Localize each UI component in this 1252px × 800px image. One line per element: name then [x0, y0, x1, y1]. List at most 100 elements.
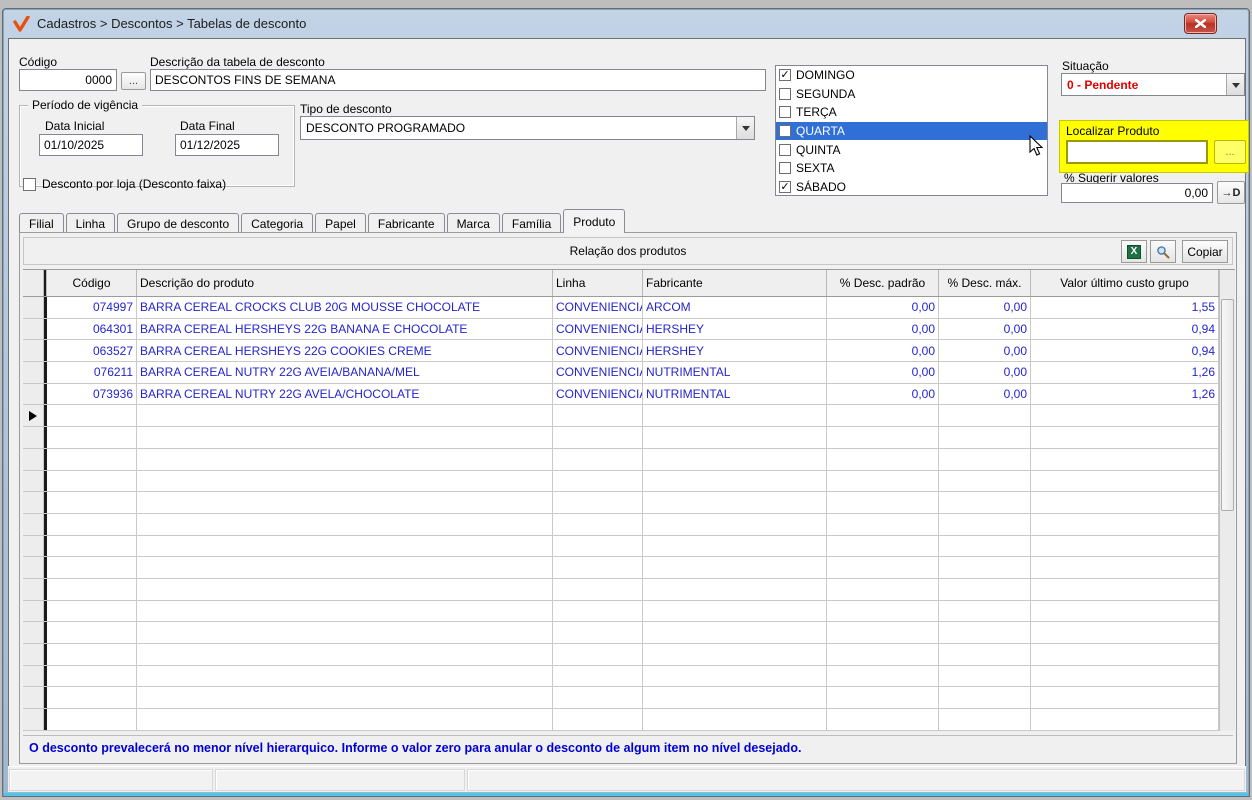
grid-row-20[interactable]: [23, 709, 1219, 731]
cell-fabricante[interactable]: [643, 622, 827, 643]
cell-descricao[interactable]: [137, 622, 553, 643]
cell-desc-padrao[interactable]: [827, 709, 939, 730]
cell-desc-padrao[interactable]: [827, 601, 939, 622]
cell-fabricante[interactable]: [643, 405, 827, 426]
cell-linha[interactable]: [553, 601, 643, 622]
cell-descricao[interactable]: [137, 514, 553, 535]
weekday-option-terça[interactable]: TERÇA: [776, 103, 1047, 122]
cell-codigo[interactable]: 074997: [47, 297, 137, 318]
cell-linha[interactable]: [553, 666, 643, 687]
cell-fabricante[interactable]: [643, 579, 827, 600]
cell-desc-padrao[interactable]: [827, 492, 939, 513]
grid-row-3[interactable]: 063527BARRA CEREAL HERSHEYS 22G COOKIES …: [23, 340, 1219, 362]
tab-filial[interactable]: Filial: [19, 213, 64, 233]
cell-fabricante[interactable]: NUTRIMENTAL: [643, 362, 827, 383]
products-grid[interactable]: Código Descrição do produto Linha Fabric…: [23, 269, 1235, 731]
weekday-option-sexta[interactable]: SEXTA: [776, 159, 1047, 178]
weekday-option-sábado[interactable]: ✓ SÁBADO: [776, 178, 1047, 196]
data-final-input[interactable]: 01/12/2025: [175, 134, 279, 156]
cell-codigo[interactable]: [47, 536, 137, 557]
cell-desc-max[interactable]: [939, 514, 1031, 535]
grid-row-19[interactable]: [23, 687, 1219, 709]
cell-valor[interactable]: 0,94: [1031, 340, 1219, 361]
cell-fabricante[interactable]: [643, 709, 827, 730]
cell-codigo[interactable]: [47, 644, 137, 665]
cell-descricao[interactable]: [137, 405, 553, 426]
cell-desc-max[interactable]: [939, 449, 1031, 470]
cell-descricao[interactable]: [137, 687, 553, 708]
grid-row-14[interactable]: [23, 579, 1219, 601]
cell-desc-padrao[interactable]: [827, 536, 939, 557]
col-header-fabricante[interactable]: Fabricante: [643, 270, 827, 296]
cell-fabricante[interactable]: HERSHEY: [643, 319, 827, 340]
cell-codigo[interactable]: [47, 449, 137, 470]
cell-desc-padrao[interactable]: 0,00: [827, 319, 939, 340]
cell-desc-max[interactable]: [939, 579, 1031, 600]
cell-descricao[interactable]: [137, 557, 553, 578]
grid-row-4[interactable]: 076211BARRA CEREAL NUTRY 22G AVEIA/BANAN…: [23, 362, 1219, 384]
cell-desc-max[interactable]: 0,00: [939, 319, 1031, 340]
cell-fabricante[interactable]: [643, 427, 827, 448]
cell-valor[interactable]: 1,55: [1031, 297, 1219, 318]
cell-codigo[interactable]: [47, 492, 137, 513]
scrollbar-thumb[interactable]: [1221, 299, 1234, 511]
cell-codigo[interactable]: [47, 557, 137, 578]
copy-button[interactable]: Copiar: [1182, 240, 1228, 263]
cell-linha[interactable]: [553, 622, 643, 643]
col-header-codigo[interactable]: Código: [47, 270, 137, 296]
cell-valor[interactable]: [1031, 471, 1219, 492]
cell-desc-max[interactable]: [939, 427, 1031, 448]
cell-desc-padrao[interactable]: [827, 557, 939, 578]
weekday-listbox[interactable]: ✓ DOMINGO SEGUNDA TERÇA QUARTA QUINTA SE…: [775, 65, 1048, 196]
col-header-valor[interactable]: Valor último custo grupo: [1031, 270, 1219, 296]
grid-row-6[interactable]: [23, 405, 1219, 427]
cell-valor[interactable]: [1031, 514, 1219, 535]
cell-desc-max[interactable]: [939, 405, 1031, 426]
cell-codigo[interactable]: [47, 514, 137, 535]
tab-marca[interactable]: Marca: [447, 213, 500, 233]
cell-desc-padrao[interactable]: [827, 449, 939, 470]
grid-row-10[interactable]: [23, 492, 1219, 514]
tipo-desconto-dropdown-icon[interactable]: [736, 117, 754, 139]
cell-valor[interactable]: [1031, 579, 1219, 600]
cell-valor[interactable]: [1031, 536, 1219, 557]
cell-valor[interactable]: [1031, 557, 1219, 578]
cell-descricao[interactable]: BARRA CEREAL CROCKS CLUB 20G MOUSSE CHOC…: [137, 297, 553, 318]
cell-fabricante[interactable]: [643, 536, 827, 557]
weekday-checkbox[interactable]: [779, 144, 791, 156]
cell-codigo[interactable]: [47, 405, 137, 426]
cell-linha[interactable]: CONVENIENCIA: [553, 384, 643, 405]
cell-descricao[interactable]: BARRA CEREAL NUTRY 22G AVEIA/BANANA/MEL: [137, 362, 553, 383]
grid-row-17[interactable]: [23, 644, 1219, 666]
tab-grupo-de-desconto[interactable]: Grupo de desconto: [117, 213, 239, 233]
vertical-scrollbar[interactable]: [1219, 270, 1235, 731]
cell-valor[interactable]: 0,94: [1031, 319, 1219, 340]
cell-linha[interactable]: [553, 427, 643, 448]
cell-codigo[interactable]: 063527: [47, 340, 137, 361]
grid-row-2[interactable]: 064301BARRA CEREAL HERSHEYS 22G BANANA E…: [23, 319, 1219, 341]
cell-descricao[interactable]: BARRA CEREAL NUTRY 22G AVELA/CHOCOLATE: [137, 384, 553, 405]
cell-fabricante[interactable]: [643, 666, 827, 687]
col-header-descricao[interactable]: Descrição do produto: [137, 270, 553, 296]
grid-row-1[interactable]: 074997BARRA CEREAL CROCKS CLUB 20G MOUSS…: [23, 297, 1219, 319]
cell-fabricante[interactable]: [643, 601, 827, 622]
cell-desc-max[interactable]: 0,00: [939, 384, 1031, 405]
cell-valor[interactable]: [1031, 644, 1219, 665]
cell-desc-max[interactable]: [939, 666, 1031, 687]
cell-desc-max[interactable]: [939, 622, 1031, 643]
cell-descricao[interactable]: [137, 427, 553, 448]
codigo-input[interactable]: 0000: [19, 69, 117, 91]
grid-row-8[interactable]: [23, 449, 1219, 471]
cell-codigo[interactable]: [47, 666, 137, 687]
cell-descricao[interactable]: [137, 601, 553, 622]
grid-row-5[interactable]: 073936BARRA CEREAL NUTRY 22G AVELA/CHOCO…: [23, 384, 1219, 406]
cell-valor[interactable]: [1031, 666, 1219, 687]
weekday-checkbox[interactable]: ✓: [779, 181, 791, 193]
cell-valor[interactable]: [1031, 427, 1219, 448]
tab-produto[interactable]: Produto: [563, 209, 625, 233]
cell-linha[interactable]: [553, 449, 643, 470]
tab-família[interactable]: Família: [502, 213, 561, 233]
cell-linha[interactable]: [553, 687, 643, 708]
cell-valor[interactable]: [1031, 709, 1219, 730]
grid-row-9[interactable]: [23, 471, 1219, 493]
